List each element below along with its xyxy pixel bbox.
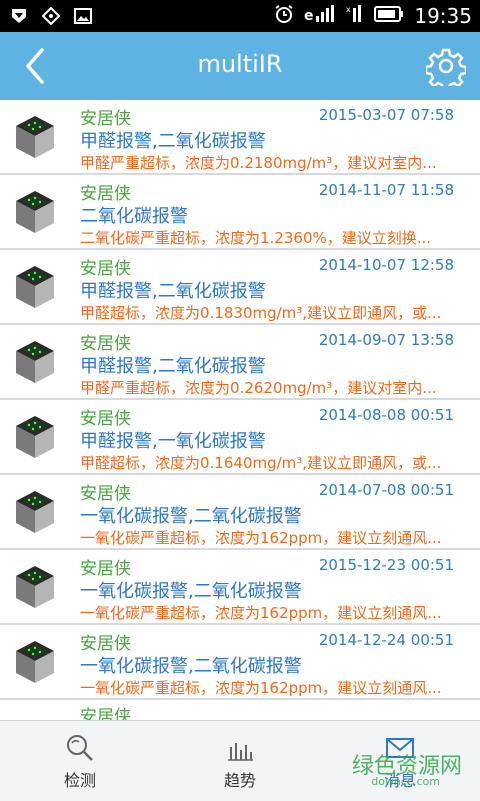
no-signal-icon: x xyxy=(346,4,364,28)
tab-trend[interactable]: 趋势 xyxy=(160,721,320,801)
message-time: 2014-10-07 12:58 xyxy=(318,256,454,274)
message-title: 甲醛报警,二氧化碳报警 xyxy=(80,356,266,377)
message-item[interactable]: 安居侠 2015-03-07 07:58 甲醛报警,二氧化碳报警甲醛严重超标，浓度为… xyxy=(0,100,480,175)
svg-text:x: x xyxy=(346,5,351,14)
device-icon xyxy=(12,412,58,462)
device-icon xyxy=(12,562,58,612)
app-header: multiIR xyxy=(0,32,480,100)
device-icon xyxy=(12,337,58,387)
tab-detect[interactable]: 检测 xyxy=(0,721,160,801)
message-time: 2014-12-24 00:51 xyxy=(318,631,454,649)
battery-icon xyxy=(374,5,404,27)
device-icon xyxy=(12,487,58,537)
message-detail: 甲醛严重超标，浓度为0.2620mg/m³，建议对室内... xyxy=(80,379,437,397)
image-icon xyxy=(74,7,92,25)
message-list[interactable]: 安居侠 2015-03-07 07:58 甲醛报警,二氧化碳报警 甲醛严重超标，浓度为… xyxy=(0,100,480,720)
device-icon xyxy=(12,637,58,687)
message-sender: 安居侠 xyxy=(80,334,131,354)
message-title: 一氧化碳报警,二氧化碳报警 xyxy=(80,506,302,527)
message-detail: 甲醛超标，浓度为0.1640mg/m³,建议立即通风，或... xyxy=(80,454,442,472)
gear-icon xyxy=(424,48,468,92)
message-title: 二氧化碳报警 xyxy=(80,206,188,227)
status-bar: e x 19:35 xyxy=(0,0,480,32)
message-detail: 二氧化碳严重超标，浓度为1.2360%，建议立刻换... xyxy=(80,229,432,247)
message-detail: 一氧化碳严重超标，浓度为162ppm，建议立刻通风... xyxy=(80,604,442,622)
message-time: 2014-09-07 13:58 xyxy=(318,331,454,349)
message-title: 一氧化碳报警,二氧化碳报警 xyxy=(80,656,302,677)
message-sender: 安居侠 xyxy=(80,109,131,129)
message-time: 2014-08-08 00:51 xyxy=(318,406,454,424)
message-sender: 安居侠 xyxy=(80,259,131,279)
message-title: 甲醛报警,二氧化碳报警 xyxy=(80,281,266,302)
message-item[interactable]: 安居侠 2014-12-24 00:51 一氧化碳报警,二氧化碳报警一氧化碳严重超标… xyxy=(0,625,480,700)
watermark-sub: downcc.com xyxy=(371,775,440,788)
message-item[interactable]: 安居侠 2015-12-23 00:51 一氧化碳报警,二氧化碳报警一氧化碳严重超标… xyxy=(0,550,480,625)
device-icon xyxy=(12,112,58,162)
device-icon xyxy=(12,262,58,312)
alarm-icon xyxy=(274,4,294,28)
message-item[interactable]: 安居侠 2014-07-08 00:51 一氧化碳报警,二氧化碳报警一氧化碳严重超标… xyxy=(0,475,480,550)
message-item[interactable]: 安居侠 2014-10-07 12:58 甲醛报警,二氧化碳报警甲醛超标，浓度为0.… xyxy=(0,250,480,325)
message-item-partial[interactable]: 安居侠 xyxy=(0,700,480,720)
message-sender: 安居侠 xyxy=(80,409,131,429)
page-title: multiIR xyxy=(197,50,283,78)
shield-icon xyxy=(10,7,28,25)
message-sender: 安居侠 xyxy=(80,184,131,204)
message-title: 甲醛报警,一氧化碳报警 xyxy=(80,431,266,452)
message-time: 2015-12-23 00:51 xyxy=(318,556,454,574)
status-time: 19:35 xyxy=(414,4,472,28)
settings-button[interactable] xyxy=(424,46,468,92)
device-icon xyxy=(12,187,58,237)
message-sender: 安居侠 xyxy=(80,707,131,720)
message-time: 2014-07-08 00:51 xyxy=(318,481,454,499)
bar-chart-icon xyxy=(228,743,253,761)
message-sender: 安居侠 xyxy=(80,484,131,504)
message-detail: 一氧化碳严重超标，浓度为162ppm，建议立刻通风... xyxy=(80,679,442,697)
message-time: 2014-11-07 11:58 xyxy=(318,181,454,199)
tab-label: 检测 xyxy=(63,771,96,790)
message-detail: 甲醛超标，浓度为0.1830mg/m³,建议立即通风，或... xyxy=(80,304,442,322)
message-item[interactable]: 安居侠 2014-11-07 11:58 二氧化碳报警二氧化碳严重超标，浓度为1.2… xyxy=(0,175,480,250)
message-detail: 甲醛严重超标，浓度为0.2180mg/m³，建议对室内... xyxy=(80,154,437,172)
message-item[interactable]: 安居侠 2014-09-07 13:58 甲醛报警,二氧化碳报警甲醛严重超标，浓度为… xyxy=(0,325,480,400)
message-sender: 安居侠 xyxy=(80,559,131,579)
message-time: 2015-03-07 07:58 xyxy=(318,106,454,124)
message-title: 一氧化碳报警,二氧化碳报警 xyxy=(80,581,302,602)
tab-label: 趋势 xyxy=(223,771,256,790)
message-title: 甲醛报警,二氧化碳报警 xyxy=(80,131,266,152)
signal-icon: e xyxy=(304,4,336,28)
message-sender: 安居侠 xyxy=(80,634,131,654)
magnifier-icon xyxy=(67,735,93,761)
svg-text:e: e xyxy=(304,8,314,24)
message-detail: 一氧化碳严重超标，浓度为162ppm，建议立刻通风... xyxy=(80,529,442,547)
location-icon xyxy=(42,7,60,25)
message-item[interactable]: 安居侠 2014-08-08 00:51 甲醛报警,一氧化碳报警甲醛超标，浓度为0.… xyxy=(0,400,480,475)
